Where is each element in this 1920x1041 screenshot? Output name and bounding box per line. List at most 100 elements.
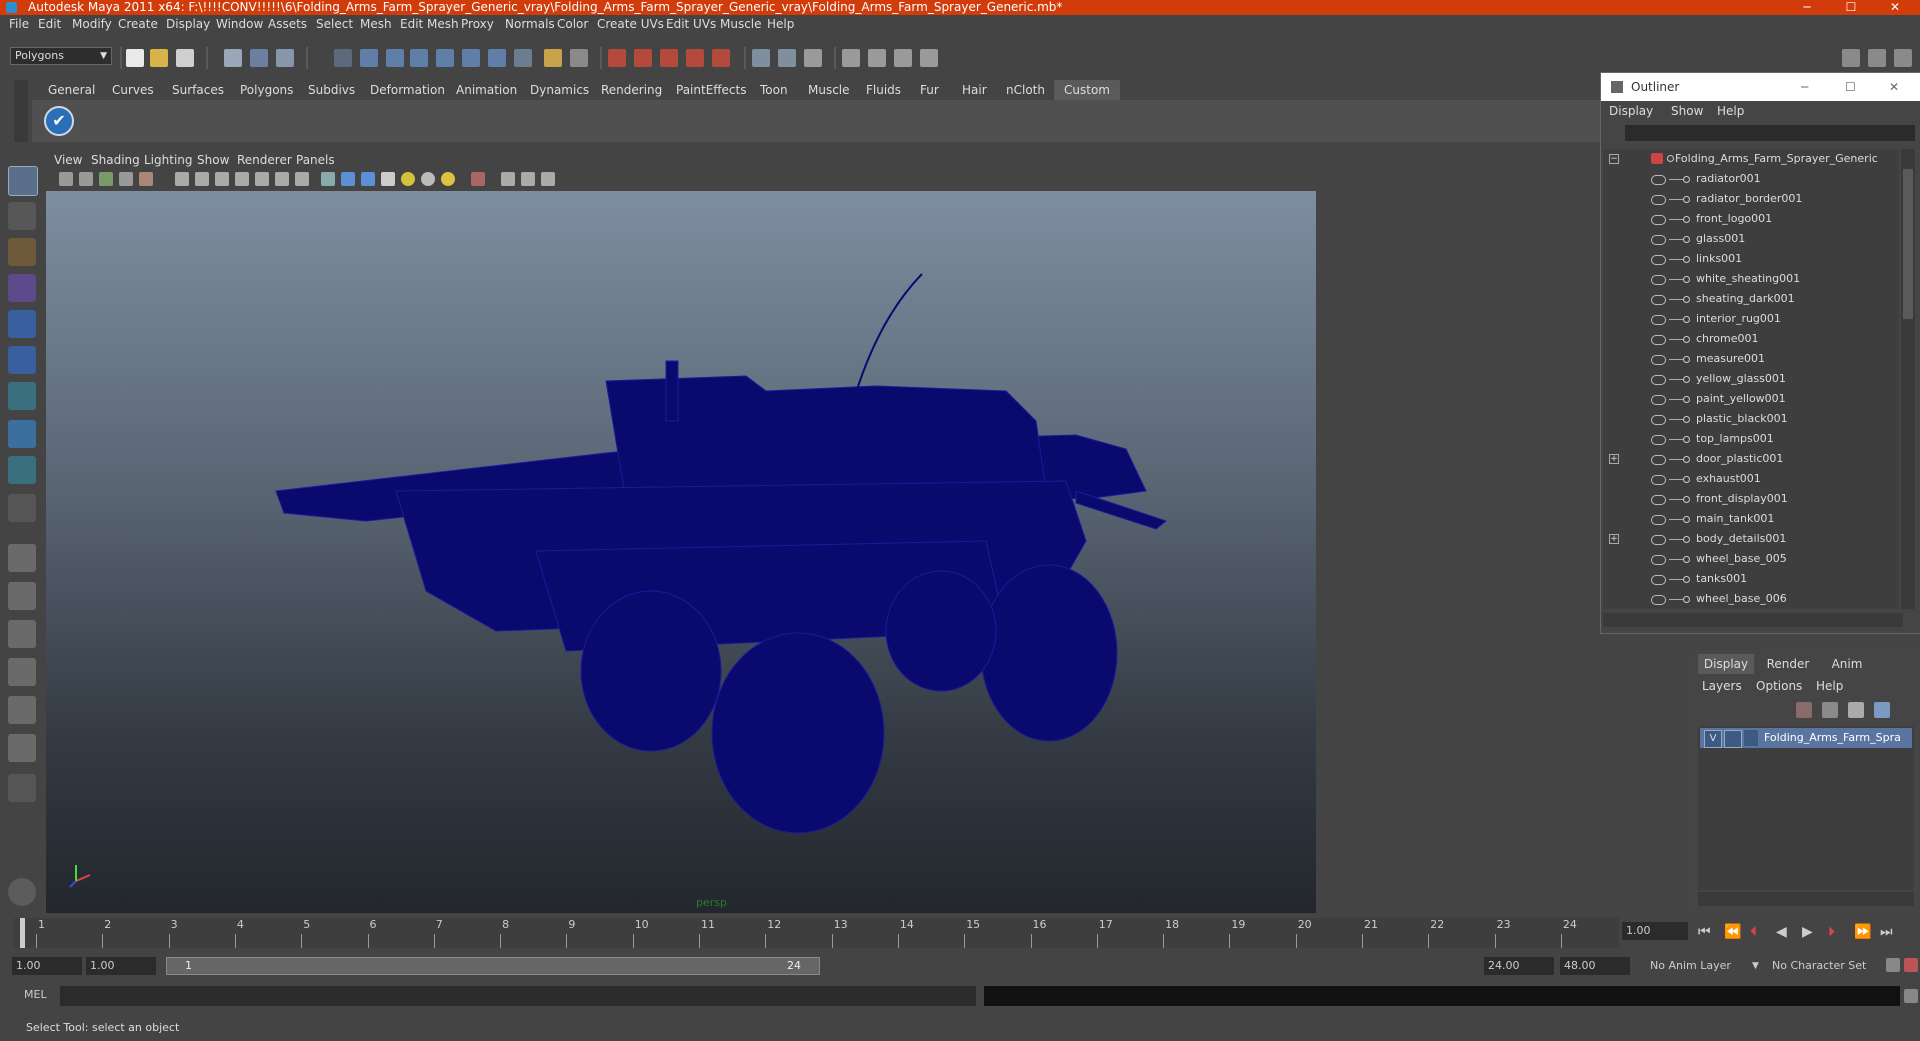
render-view-icon[interactable] xyxy=(608,49,626,67)
tab-painteffects[interactable]: PaintEffects xyxy=(676,80,746,100)
go-to-start-icon[interactable]: ⏮ xyxy=(1698,922,1711,942)
outliner-item[interactable]: interior_rug001 xyxy=(1603,309,1899,329)
outliner-item[interactable]: yellow_glass001 xyxy=(1603,369,1899,389)
layer-row[interactable]: V Folding_Arms_Farm_Spra xyxy=(1700,728,1912,748)
outliner-menu-display[interactable]: Display xyxy=(1609,101,1653,121)
layer-type-toggle[interactable] xyxy=(1724,730,1742,748)
step-forward-icon[interactable]: ⏩ xyxy=(1854,922,1871,942)
two-d-pan-zoom-icon[interactable] xyxy=(139,172,153,186)
layer-tab-render[interactable]: Render xyxy=(1760,654,1816,674)
menu-assets[interactable]: Assets xyxy=(268,15,307,34)
show-manipulator-tool-icon[interactable] xyxy=(8,456,36,484)
menu-muscle[interactable]: Muscle xyxy=(720,15,762,34)
snap-plane-icon[interactable] xyxy=(436,49,454,67)
shelf-grip[interactable] xyxy=(14,80,28,142)
select-tool-icon[interactable] xyxy=(8,166,38,196)
command-input[interactable] xyxy=(60,986,976,1006)
xray-joints-icon[interactable] xyxy=(521,172,535,186)
layer-visibility-toggle[interactable]: V xyxy=(1704,730,1722,748)
film-gate-icon[interactable] xyxy=(215,172,229,186)
lasso-tool-icon[interactable] xyxy=(8,202,36,230)
outliner-item[interactable]: top_lamps001 xyxy=(1603,429,1899,449)
open-scene-icon[interactable] xyxy=(150,49,168,67)
outliner-menu-show[interactable]: Show xyxy=(1671,101,1703,121)
layer-hscrollbar[interactable] xyxy=(1698,892,1914,906)
show-attribute-editor-icon[interactable] xyxy=(752,49,770,67)
mode-selector[interactable]: Polygons ▼ xyxy=(10,47,112,65)
outliner-item[interactable]: front_display001 xyxy=(1603,489,1899,509)
ipr-render-icon[interactable] xyxy=(660,49,678,67)
resolution-gate-icon[interactable] xyxy=(235,172,249,186)
wireframe-icon[interactable] xyxy=(175,172,189,186)
range-slider[interactable]: 1 24 xyxy=(166,957,820,975)
scale-tool-icon[interactable] xyxy=(8,346,36,374)
menu-file[interactable]: File xyxy=(9,15,29,34)
select-camera-icon[interactable] xyxy=(59,172,73,186)
playback-start-field[interactable]: 1.00 xyxy=(86,957,156,975)
step-back-icon[interactable]: ⏪ xyxy=(1724,922,1741,942)
expand-icon[interactable]: + xyxy=(1609,454,1619,464)
tab-deformation[interactable]: Deformation xyxy=(370,80,445,100)
character-set-selector[interactable]: No Character Set xyxy=(1772,957,1882,975)
tab-hair[interactable]: Hair xyxy=(962,80,987,100)
menu-select[interactable]: Select xyxy=(316,15,353,34)
snap-surface-icon[interactable] xyxy=(462,49,480,67)
select-object-icon[interactable] xyxy=(250,49,268,67)
all-lights-icon[interactable] xyxy=(421,172,435,186)
manipulator-tool-icon[interactable] xyxy=(8,382,36,410)
outliner-scrollbar[interactable] xyxy=(1901,149,1915,609)
history-icon[interactable] xyxy=(544,49,562,67)
tab-rendering[interactable]: Rendering xyxy=(601,80,662,100)
menu-color[interactable]: Color xyxy=(557,15,588,34)
outliner-item[interactable]: + door_plastic001 xyxy=(1603,449,1899,469)
field-chart-icon[interactable] xyxy=(275,172,289,186)
help-icon[interactable] xyxy=(514,49,532,67)
go-to-end-icon[interactable]: ⏭ xyxy=(1880,922,1893,942)
play-backwards-icon[interactable]: ◀ xyxy=(1776,922,1787,942)
attribute-editor-toggle-icon[interactable] xyxy=(1842,49,1860,67)
render-settings-icon[interactable] xyxy=(686,49,704,67)
menu-display[interactable]: Display xyxy=(166,15,210,34)
outliner-item[interactable]: glass001 xyxy=(1603,229,1899,249)
custom-layout-icon[interactable] xyxy=(8,774,36,802)
tab-fur[interactable]: Fur xyxy=(920,80,939,100)
menu-normals[interactable]: Normals xyxy=(505,15,555,34)
tab-subdivs[interactable]: Subdivs xyxy=(308,80,355,100)
outliner-item[interactable]: paint_yellow001 xyxy=(1603,389,1899,409)
camera-controls-icon[interactable] xyxy=(541,172,555,186)
outliner-item[interactable]: tanks001 xyxy=(1603,569,1899,589)
menu-proxy[interactable]: Proxy xyxy=(461,15,494,34)
viewport-menu-renderer[interactable]: Renderer xyxy=(237,152,292,169)
tab-animation[interactable]: Animation xyxy=(456,80,517,100)
menu-window[interactable]: Window xyxy=(216,15,263,34)
outliner-scroll-thumb[interactable] xyxy=(1903,169,1913,319)
outliner-item[interactable]: exhaust001 xyxy=(1603,469,1899,489)
four-view-layout-icon[interactable] xyxy=(8,582,36,610)
paint-select-tool-icon[interactable] xyxy=(8,238,36,266)
menu-edit[interactable]: Edit xyxy=(38,15,61,34)
maya-logo-icon[interactable] xyxy=(8,878,36,906)
image-plane-icon[interactable] xyxy=(119,172,133,186)
layer-tab-display[interactable]: Display xyxy=(1698,654,1754,674)
tab-general[interactable]: General xyxy=(48,80,95,100)
snap-curve-icon[interactable] xyxy=(386,49,404,67)
menu-create-uvs[interactable]: Create UVs xyxy=(597,15,664,34)
menu-edit-uvs[interactable]: Edit UVs xyxy=(666,15,716,34)
layer-name[interactable]: Folding_Arms_Farm_Spra xyxy=(1764,728,1910,748)
perspective-viewport[interactable]: persp xyxy=(46,191,1316,913)
outliner-item[interactable]: wheel_base_006 xyxy=(1603,589,1899,609)
tool-settings-toggle-icon[interactable] xyxy=(1868,49,1886,67)
layer-menu-options[interactable]: Options xyxy=(1756,676,1802,696)
rotate-tool-icon[interactable] xyxy=(8,310,36,338)
outliner-item[interactable]: measure001 xyxy=(1603,349,1899,369)
expand-icon[interactable]: + xyxy=(1609,534,1619,544)
toggle-layout-4-icon[interactable] xyxy=(920,49,938,67)
menu-edit-mesh[interactable]: Edit Mesh xyxy=(400,15,459,34)
bookmark-icon[interactable] xyxy=(99,172,113,186)
tab-fluids[interactable]: Fluids xyxy=(866,80,901,100)
layer-tab-anim[interactable]: Anim xyxy=(1822,654,1872,674)
collapse-icon[interactable]: − xyxy=(1609,154,1619,164)
auto-key-icon[interactable] xyxy=(1886,958,1900,972)
snap-view-icon[interactable] xyxy=(488,49,506,67)
layer-menu-layers[interactable]: Layers xyxy=(1702,676,1742,696)
